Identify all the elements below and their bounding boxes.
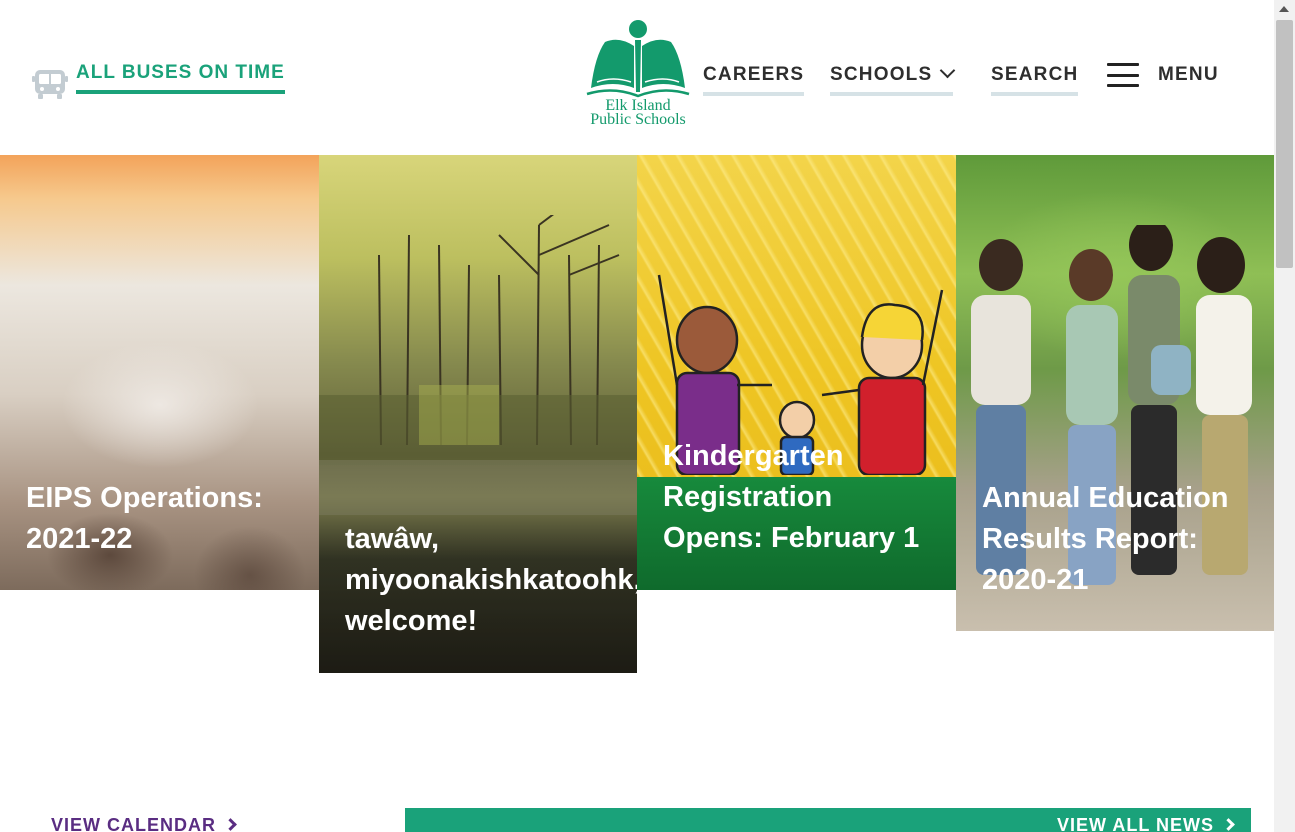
- menu-label: MENU: [1158, 64, 1219, 85]
- news-card-welcome[interactable]: tawâw, miyoonakishkatoohk, welcome!: [319, 155, 637, 673]
- nav-schools[interactable]: SCHOOLS: [830, 62, 956, 96]
- book-person-logo-icon: [586, 20, 690, 98]
- title-line: Annual Education: [982, 482, 1229, 514]
- title-line: Results Report:: [982, 523, 1198, 555]
- news-card-title: Kindergarten Registration Opens: Februar…: [663, 436, 919, 559]
- title-line: welcome!: [345, 605, 478, 637]
- eips-logo[interactable]: Elk Island Public Schools: [580, 18, 696, 132]
- title-line: 2020-21: [982, 564, 1089, 596]
- news-card-title: tawâw, miyoonakishkatoohk, welcome!: [345, 519, 637, 642]
- nav-search[interactable]: SEARCH: [991, 64, 1079, 96]
- site-header: ALL BUSES ON TIME Elk Island Public Scho…: [0, 0, 1274, 155]
- title-line: Registration: [663, 481, 833, 513]
- chevron-right-icon: [1222, 818, 1235, 831]
- scroll-thumb[interactable]: [1276, 20, 1293, 268]
- chevron-down-icon: [940, 62, 956, 79]
- title-line: Opens: February 1: [663, 522, 920, 554]
- scroll-up-arrow-icon[interactable]: [1279, 6, 1289, 12]
- news-card-annual-report[interactable]: Annual Education Results Report: 2020-21: [956, 155, 1274, 631]
- hamburger-icon: [1107, 63, 1139, 87]
- news-card-operations[interactable]: EIPS Operations: 2021-22: [0, 155, 319, 590]
- bus-status-link[interactable]: ALL BUSES ON TIME: [32, 62, 285, 102]
- title-line: tawâw,: [345, 523, 440, 555]
- title-line: EIPS Operations:: [26, 482, 263, 514]
- title-line: Kindergarten: [663, 440, 844, 472]
- logo-line-2: Public Schools: [590, 111, 686, 128]
- bus-icon: [32, 70, 68, 99]
- view-calendar-link[interactable]: VIEW CALENDAR: [51, 815, 237, 832]
- chevron-right-icon: [224, 818, 237, 831]
- view-calendar-label: VIEW CALENDAR: [51, 815, 216, 832]
- view-all-news-label: VIEW ALL NEWS: [1057, 815, 1214, 832]
- nav-schools-label: SCHOOLS: [830, 64, 933, 85]
- title-line: 2021-22: [26, 523, 133, 555]
- menu-button[interactable]: MENU: [1107, 63, 1219, 87]
- forest-image: [319, 215, 637, 515]
- news-card-title: EIPS Operations: 2021-22: [26, 478, 263, 560]
- title-line: miyoonakishkatoohk,: [345, 564, 637, 596]
- news-header-bar: VIEW ALL NEWS: [405, 808, 1251, 832]
- news-card-kindergarten[interactable]: Kindergarten Registration Opens: Februar…: [637, 155, 956, 590]
- view-all-news-link[interactable]: VIEW ALL NEWS: [1057, 815, 1235, 832]
- page-scrollbar[interactable]: [1274, 0, 1295, 832]
- nav-careers[interactable]: CAREERS: [703, 64, 805, 96]
- news-card-title: Annual Education Results Report: 2020-21: [982, 478, 1229, 601]
- bus-status-label: ALL BUSES ON TIME: [76, 62, 285, 94]
